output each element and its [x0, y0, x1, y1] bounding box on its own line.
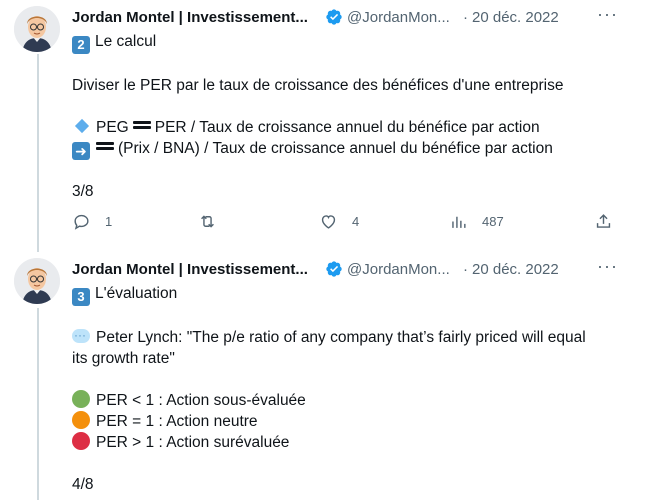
blue-diamond-icon — [74, 118, 90, 134]
peg-formula-detailed: (Prix / BNA) / Taux de croissance annuel… — [118, 140, 553, 157]
tweet-text: 3 L'évaluation Peter Lynch: "The p/e rati… — [72, 283, 642, 495]
tweet[interactable]: Jordan Montel | Investissement... @Jorda… — [0, 250, 656, 500]
tweet-date[interactable]: 20 déc. 2022 — [472, 261, 559, 278]
reply-button[interactable]: 1 — [72, 212, 112, 231]
tweet-header: Jordan Montel | Investissement... @Jorda… — [72, 258, 559, 280]
green-circle-icon — [72, 390, 90, 408]
verified-badge-icon — [326, 261, 342, 277]
separator: · — [463, 260, 468, 278]
separator: · — [463, 8, 468, 26]
views-button[interactable]: 487 — [449, 212, 504, 231]
avatar[interactable] — [14, 6, 60, 52]
reply-icon — [74, 214, 89, 230]
author-handle[interactable]: @JordanMon... — [347, 9, 459, 26]
red-circle-icon — [72, 432, 90, 450]
tweet[interactable]: Jordan Montel | Investissement... @Jorda… — [0, 0, 656, 250]
reply-count: 1 — [105, 214, 113, 229]
tweet-line: Diviser le PER par le taux de croissance… — [72, 77, 564, 94]
views-count: 487 — [482, 214, 504, 229]
rule-line: PER < 1 : Action sous-évaluée — [96, 392, 306, 409]
tweet-header: Jordan Montel | Investissement... @Jorda… — [72, 6, 559, 28]
keycap-two-icon: 2 — [72, 36, 90, 54]
speech-bubble-icon — [72, 325, 90, 346]
right-arrow-icon: ➜ — [72, 142, 90, 160]
thread-counter: 3/8 — [72, 183, 94, 200]
tweet-date[interactable]: 20 déc. 2022 — [472, 9, 559, 26]
quote-line: its growth rate" — [72, 350, 175, 367]
more-icon[interactable]: ··· — [597, 4, 618, 25]
quote-line: Peter Lynch: "The p/e ratio of any compa… — [96, 329, 586, 346]
tweet-heading: Le calcul — [95, 33, 157, 50]
heavy-equals-icon — [96, 140, 114, 152]
like-button[interactable]: 4 — [319, 212, 359, 231]
like-count: 4 — [352, 214, 360, 229]
heavy-equals-icon — [132, 119, 151, 131]
peg-label: PEG — [96, 119, 129, 136]
author-handle[interactable]: @JordanMon... — [347, 261, 459, 278]
share-button[interactable] — [594, 212, 613, 231]
avatar[interactable] — [14, 258, 60, 304]
retweet-icon — [201, 215, 214, 228]
rule-line: PER = 1 : Action neutre — [96, 413, 258, 430]
orange-circle-icon — [72, 411, 90, 429]
verified-badge-icon — [326, 9, 342, 25]
keycap-three-icon: 3 — [72, 288, 90, 306]
retweet-button[interactable] — [198, 212, 231, 231]
thread-counter: 4/8 — [72, 476, 94, 493]
tweet-actions: 1 4 487 — [72, 212, 632, 236]
author-name[interactable]: Jordan Montel | Investissement... — [72, 261, 322, 278]
views-icon — [452, 216, 466, 228]
more-icon[interactable]: ··· — [597, 256, 618, 277]
like-icon — [321, 215, 336, 229]
rule-line: PER > 1 : Action surévaluée — [96, 434, 290, 451]
tweet-heading: L'évaluation — [95, 285, 178, 302]
peg-formula: PER / Taux de croissance annuel du bénéf… — [154, 119, 540, 136]
author-name[interactable]: Jordan Montel | Investissement... — [72, 9, 322, 26]
tweet-text: 2 Le calcul Diviser le PER par le taux de… — [72, 31, 642, 202]
share-icon — [596, 214, 611, 228]
